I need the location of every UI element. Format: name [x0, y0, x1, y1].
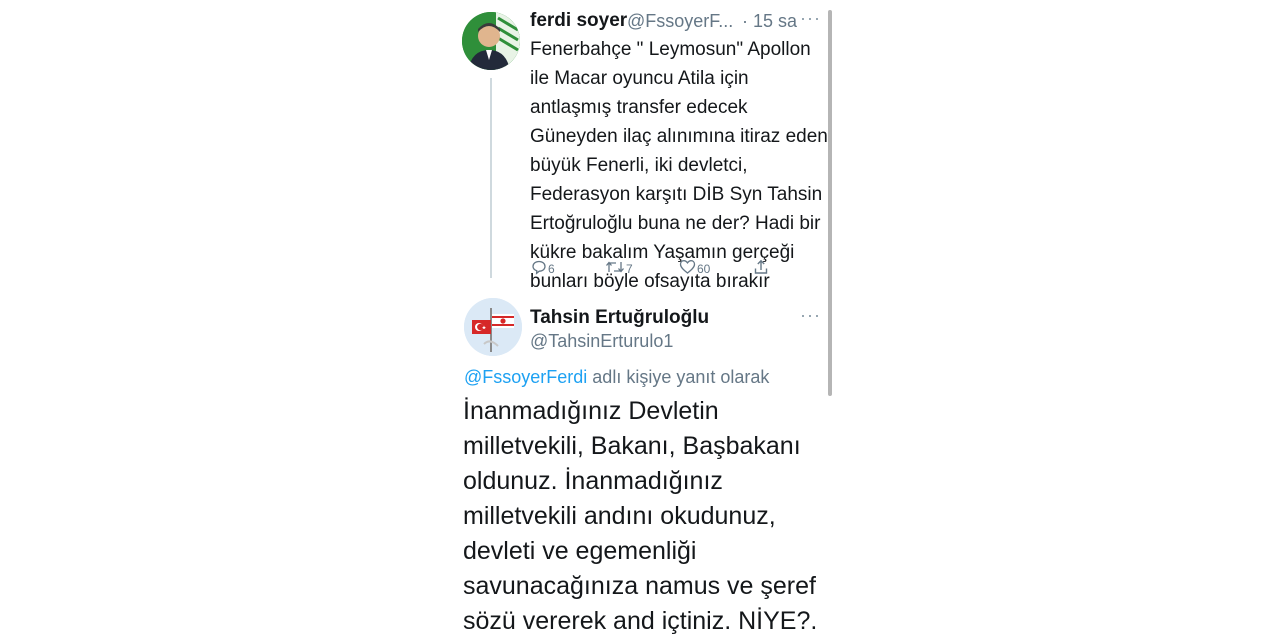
tweet-text-line: Güneyden ilaç alınımına itiraz eden	[530, 126, 828, 147]
like-count: 60	[697, 262, 711, 276]
reply-count: 6	[548, 262, 555, 276]
reply-icon	[531, 259, 547, 275]
tweet-text: İnanmadığınız Devletin milletvekili, Bak…	[463, 394, 843, 639]
share-icon	[753, 259, 769, 275]
tweet-text: Fenerbahçe " Leymosun" Apollon ile Macar…	[530, 35, 830, 296]
tweet-timestamp[interactable]: · 15 sa	[742, 11, 797, 32]
author-handle[interactable]: @FssoyerF...	[627, 11, 733, 32]
author-name[interactable]: ferdi soyer	[530, 10, 627, 32]
tweet-text-line: büyük Fenerli, iki devletci,	[530, 155, 748, 176]
tweet-text-line: Ertoğruloğlu buna ne der? Hadi bir	[530, 213, 821, 234]
tweet-text-line: Federasyon karşıtı DİB Syn Tahsin	[530, 184, 823, 205]
thread-connector-line	[490, 78, 492, 278]
tweet-text-line: devleti ve egemenliği	[463, 537, 697, 565]
tweet-text-line: savunacağınıza namus ve şeref	[463, 572, 816, 600]
tweet-text-line: sözü vererek and içtiniz. NİYE?.	[463, 607, 818, 635]
tweet-text-line: milletvekili andını okudunuz,	[463, 502, 776, 530]
retweet-button[interactable]: 7	[604, 259, 633, 275]
avatar-tahsin-ertugruloglu[interactable]	[464, 298, 522, 356]
tweet-text-line: İnanmadığınız Devletin	[463, 397, 719, 425]
author-handle[interactable]: @TahsinErturulo1	[530, 331, 673, 352]
reply-to-label: adlı kişiye yanıt olarak	[587, 367, 770, 387]
tweet-text-line: ile Macar oyuncu Atila için	[530, 68, 749, 89]
replying-to: @FssoyerFerdi adlı kişiye yanıt olarak	[464, 367, 769, 388]
reply-to-handle-link[interactable]: @FssoyerFerdi	[464, 367, 587, 387]
more-icon[interactable]: ···	[800, 8, 821, 29]
tweet-text-line: oldunuz. İnanmadığınız	[463, 467, 723, 495]
tweet-text-line: antlaşmış transfer edecek	[530, 97, 748, 118]
avatar-ferdi-soyer[interactable]	[462, 12, 520, 70]
like-button[interactable]: 60	[678, 259, 710, 275]
retweet-icon	[605, 259, 625, 275]
tweet-text-line: milletvekili, Bakanı, Başbakanı	[463, 432, 801, 460]
author-name[interactable]: Tahsin Ertuğruloğlu	[530, 307, 709, 329]
more-icon[interactable]: ···	[800, 305, 821, 326]
tweet-text-line: Fenerbahçe " Leymosun" Apollon	[530, 39, 811, 60]
reply-button[interactable]: 6	[530, 259, 555, 275]
share-button[interactable]	[752, 259, 769, 275]
like-icon	[679, 259, 696, 275]
retweet-count: 7	[626, 262, 633, 276]
